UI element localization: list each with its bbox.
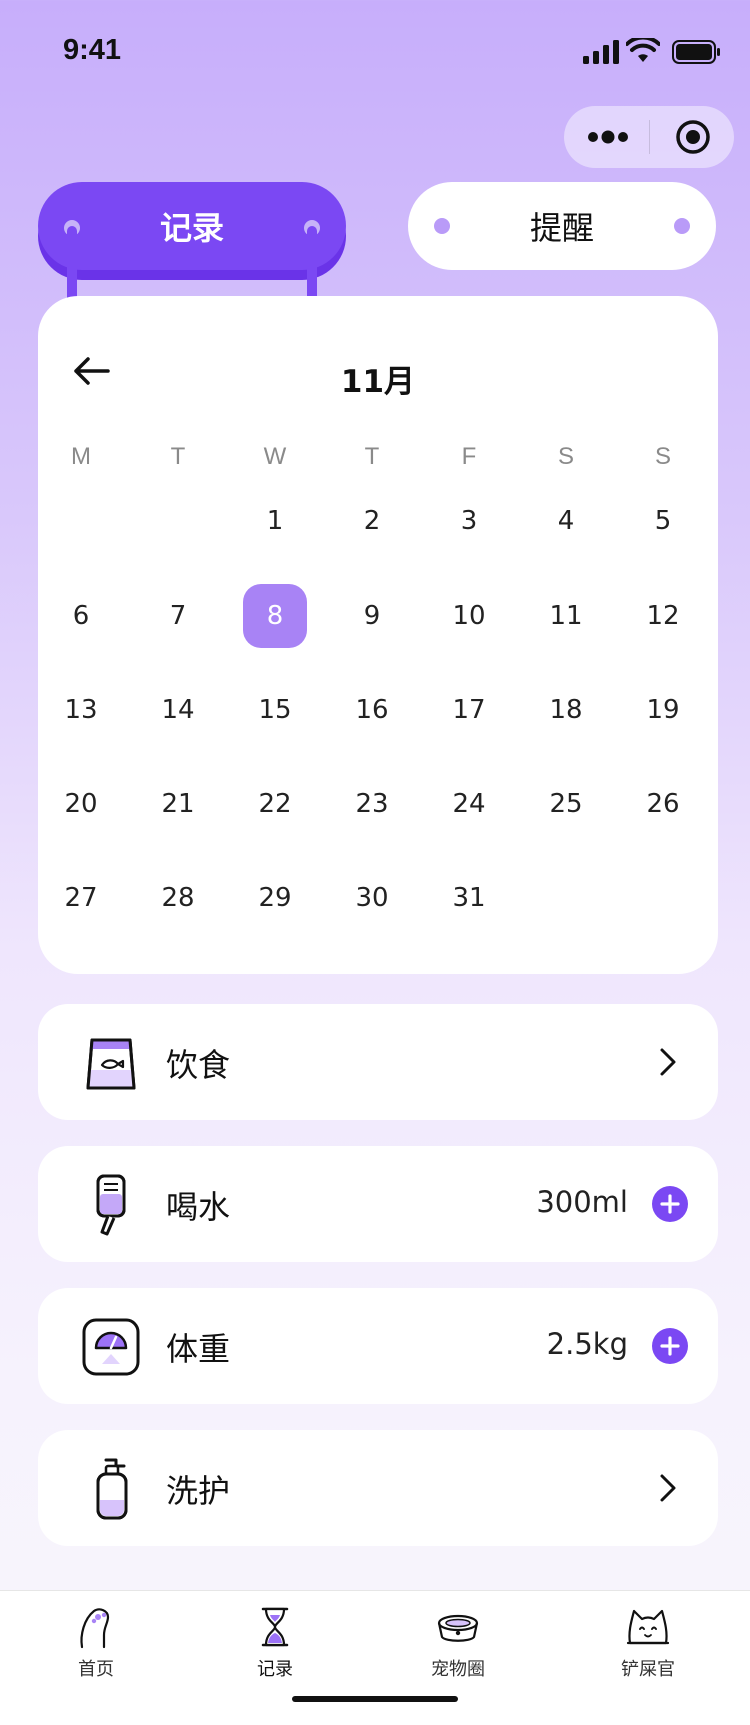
record-label: 体重	[166, 1330, 231, 1368]
tabbar-item-profile[interactable]: 铲屎官	[588, 1605, 708, 1681]
weekday-label: T	[170, 443, 186, 470]
paw-icon	[80, 1608, 110, 1649]
calendar-day[interactable]: 18	[534, 678, 598, 742]
food-bag-icon	[86, 1038, 136, 1090]
tabbar-label: 铲屎官	[621, 1659, 675, 1680]
more-icon[interactable]	[586, 124, 630, 150]
calendar-day[interactable]: 7	[146, 584, 210, 648]
add-icon[interactable]	[652, 1186, 688, 1222]
calendar-day[interactable]: 30	[340, 866, 404, 930]
calendar-card: 11月 MTWTFSS 1 2 3 4 5 6 7 8 9 10 11 12 13 14 15 16 17 18 1…	[38, 296, 718, 974]
calendar-day[interactable]: 15	[243, 678, 307, 742]
calendar-day[interactable]: 1	[243, 489, 307, 553]
calendar-day[interactable]: 17	[437, 678, 501, 742]
battery-icon	[672, 40, 720, 64]
calendar-day[interactable]: 14	[146, 678, 210, 742]
calendar-day-selected[interactable]: 8	[243, 584, 307, 648]
calendar-day[interactable]: 13	[49, 678, 113, 742]
tabbar-item-record[interactable]: 记录	[215, 1605, 335, 1681]
tab-remind-label: 提醒	[529, 209, 594, 247]
tab-record[interactable]: 记录	[38, 182, 346, 270]
calendar-day[interactable]: 29	[243, 866, 307, 930]
decorative-dot	[674, 218, 690, 234]
wifi-icon	[626, 38, 660, 62]
weekday-label: M	[71, 443, 91, 470]
calendar-day[interactable]: 25	[534, 772, 598, 836]
status-bar: 9:41	[0, 0, 750, 100]
calendar-day[interactable]: 23	[340, 772, 404, 836]
status-time: 9:41	[63, 34, 122, 66]
chevron-right-icon[interactable]	[658, 1046, 678, 1078]
weekday-label: S	[557, 443, 574, 470]
cat-face-icon	[626, 1609, 670, 1645]
weekday-label: W	[263, 443, 287, 470]
scale-icon	[82, 1318, 140, 1376]
water-bottle-icon	[96, 1174, 126, 1236]
capsule-divider	[649, 120, 650, 154]
record-label: 饮食	[166, 1046, 231, 1084]
record-row-grooming[interactable]: 洗护	[38, 1430, 718, 1546]
chevron-right-icon[interactable]	[658, 1472, 678, 1504]
calendar-day[interactable]: 24	[437, 772, 501, 836]
weekday-label: F	[461, 443, 477, 470]
calendar-day[interactable]: 26	[631, 772, 695, 836]
tabbar-label: 记录	[257, 1659, 293, 1680]
tabbar-label: 首页	[78, 1659, 114, 1680]
calendar-day[interactable]: 20	[49, 772, 113, 836]
calendar-day[interactable]: 6	[49, 584, 113, 648]
calendar-day[interactable]: 9	[340, 584, 404, 648]
tabbar-label: 宠物圈	[431, 1659, 485, 1680]
calendar-day[interactable]: 31	[437, 866, 501, 930]
record-row-weight[interactable]: 体重 2.5kg	[38, 1288, 718, 1404]
calendar-day[interactable]: 3	[437, 489, 501, 553]
record-value: 300ml	[536, 1185, 628, 1219]
record-row-food[interactable]: 饮食	[38, 1004, 718, 1120]
calendar-day[interactable]: 28	[146, 866, 210, 930]
decorative-dot	[434, 218, 450, 234]
record-label: 洗护	[166, 1472, 231, 1510]
calendar-day[interactable]: 4	[534, 489, 598, 553]
record-row-water[interactable]: 喝水 300ml	[38, 1146, 718, 1262]
calendar-day[interactable]: 2	[340, 489, 404, 553]
miniprogram-capsule	[564, 106, 734, 168]
month-title: 11月	[340, 364, 416, 400]
weekday-label: T	[364, 443, 380, 470]
shampoo-bottle-icon	[96, 1458, 128, 1520]
calendar-day[interactable]: 11	[534, 584, 598, 648]
bottom-tab-bar: 首页 记录 宠物圈 铲屎官	[0, 1590, 750, 1725]
calendar-day[interactable]: 22	[243, 772, 307, 836]
calendar-day[interactable]: 16	[340, 678, 404, 742]
record-value: 2.5kg	[546, 1327, 628, 1361]
calendar-day[interactable]: 10	[437, 584, 501, 648]
cellular-signal-icon	[583, 40, 619, 64]
home-indicator	[292, 1696, 458, 1702]
calendar-day[interactable]: 12	[631, 584, 695, 648]
tabbar-item-home[interactable]: 首页	[36, 1605, 156, 1681]
tab-record-label: 记录	[159, 209, 224, 247]
hourglass-icon	[261, 1607, 289, 1647]
calendar-day[interactable]: 5	[631, 489, 695, 553]
calendar-day[interactable]: 27	[49, 866, 113, 930]
close-target-icon[interactable]	[674, 118, 712, 156]
tab-remind[interactable]: 提醒	[408, 182, 716, 270]
calendar-day[interactable]: 19	[631, 678, 695, 742]
calendar-day[interactable]: 21	[146, 772, 210, 836]
add-icon[interactable]	[652, 1328, 688, 1364]
record-label: 喝水	[166, 1188, 231, 1226]
tabbar-item-pet-circle[interactable]: 宠物圈	[398, 1605, 518, 1681]
weekday-label: S	[654, 443, 671, 470]
pet-bowl-icon	[437, 1614, 479, 1642]
